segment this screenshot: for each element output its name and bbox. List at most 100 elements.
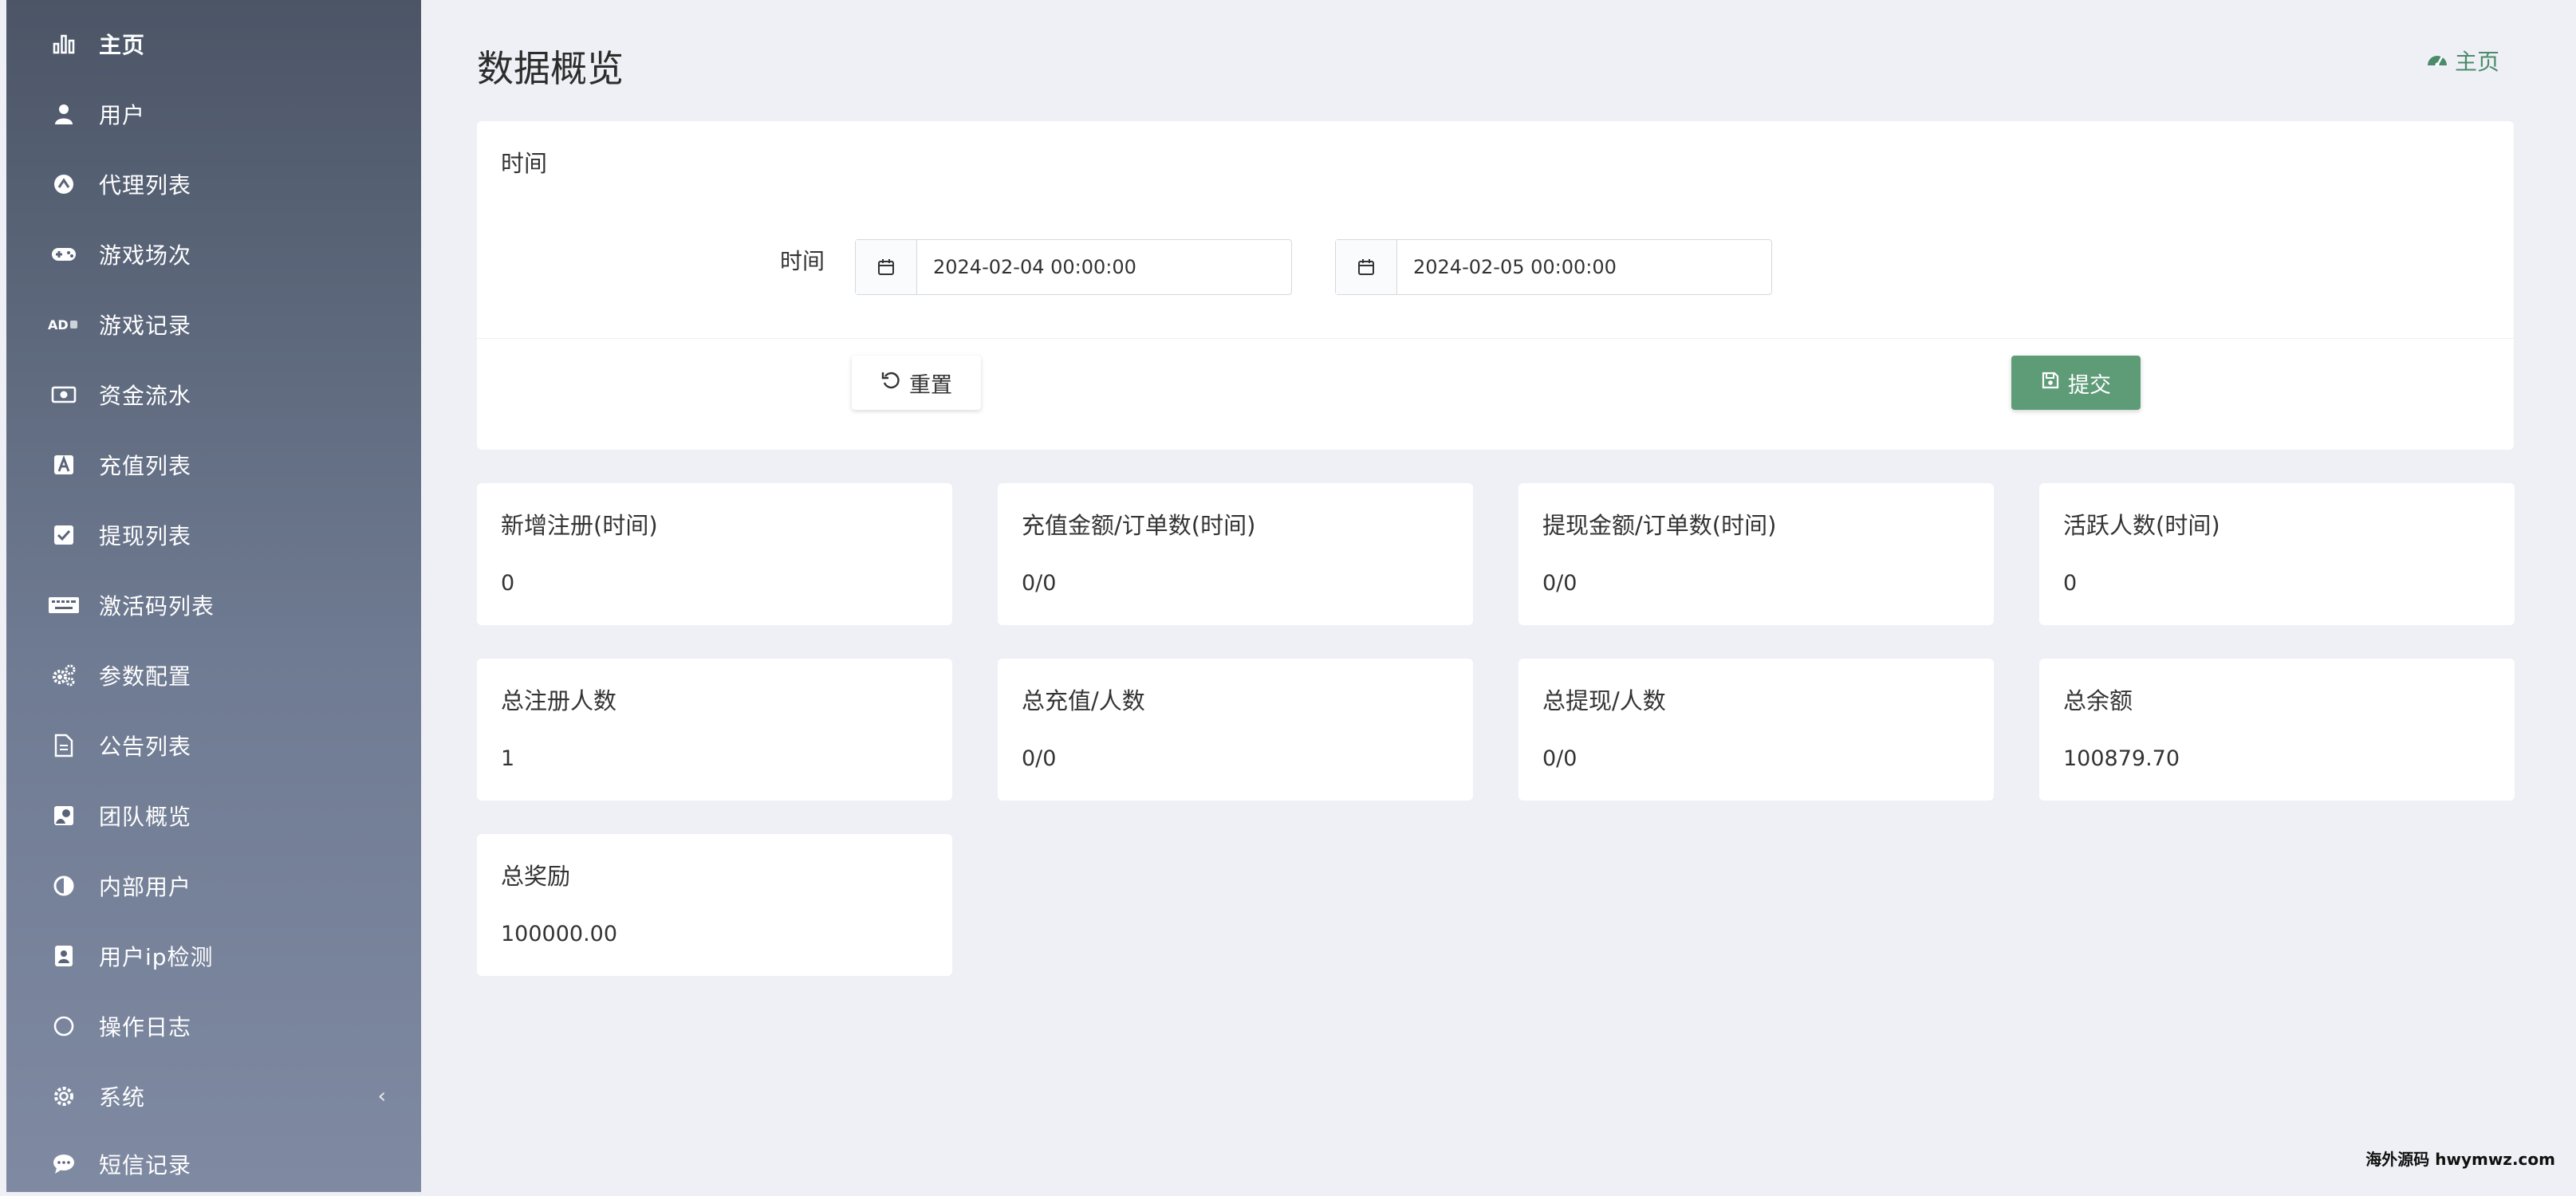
chat-icon: [46, 1147, 81, 1182]
sidebar-item-internal-users[interactable]: 内部用户: [6, 854, 421, 918]
sidebar-item-label: 公告列表: [99, 734, 192, 760]
stat-card-total-recharge: 总充值/人数 0/0: [998, 659, 1473, 801]
stat-value: 0: [2063, 571, 2078, 596]
sidebar-item-ip-check[interactable]: 用户ip检测: [6, 924, 421, 988]
dashboard-icon: [2426, 48, 2448, 74]
sidebar-item-label: 用户ip检测: [99, 944, 214, 970]
letter-a-icon: [46, 447, 81, 482]
calendar-icon[interactable]: [856, 240, 917, 294]
sidebar-item-team-overview[interactable]: 团队概览: [6, 784, 421, 848]
sidebar-item-params[interactable]: 参数配置: [6, 643, 421, 707]
gamepad-icon: [46, 237, 81, 272]
sidebar-item-recharge[interactable]: 充值列表: [6, 433, 421, 497]
stat-card-new-registrations: 新增注册(时间) 0: [477, 483, 952, 625]
time-filter-panel: 时间 时间 2024-02-04 00:00:00 2024-02-05 00:…: [477, 121, 2514, 450]
start-date-input[interactable]: 2024-02-04 00:00:00: [855, 239, 1292, 295]
sidebar-item-label: 用户: [99, 102, 146, 128]
document-icon: [46, 728, 81, 763]
watermark: 海外源码 hwymwz.com: [2365, 1150, 2555, 1169]
stat-title: 总注册人数: [501, 687, 617, 714]
sidebar-item-label: 游戏场次: [99, 242, 192, 269]
stat-card-total-withdraw: 总提现/人数 0/0: [1518, 659, 1994, 801]
sidebar-item-label: 短信记录: [99, 1152, 192, 1178]
stat-value: 0/0: [1022, 571, 1057, 596]
sidebar: 主页 用户 代理列表 游戏场次 AD 游戏记录 资金流水 充值列表 提现列表 激…: [6, 0, 421, 1192]
id-badge-icon: [46, 938, 81, 974]
stat-value: 0/0: [1022, 746, 1057, 771]
sidebar-item-label: 充值列表: [99, 453, 192, 479]
stat-value: 0/0: [1542, 746, 1578, 771]
sidebar-item-operation-log[interactable]: 操作日志: [6, 994, 421, 1058]
half-circle-icon: [46, 868, 81, 903]
end-date-value[interactable]: 2024-02-05 00:00:00: [1397, 240, 1771, 294]
breadcrumb[interactable]: 主页: [2426, 45, 2499, 77]
gears-icon: [46, 658, 81, 693]
stat-card-total-registrations: 总注册人数 1: [477, 659, 952, 801]
sidebar-item-agents[interactable]: 代理列表: [6, 152, 421, 216]
user-icon: [46, 96, 81, 132]
panel-title: 时间: [501, 150, 548, 177]
sidebar-item-home[interactable]: 主页: [6, 12, 421, 76]
stat-card-total-rewards: 总奖励 100000.00: [477, 834, 952, 976]
sidebar-item-game-records[interactable]: AD 游戏记录: [6, 293, 421, 356]
stat-value: 100879.70: [2063, 746, 2180, 771]
sidebar-item-announcements[interactable]: 公告列表: [6, 714, 421, 777]
sidebar-item-label: 参数配置: [99, 663, 192, 690]
sidebar-item-fund-flow[interactable]: 资金流水: [6, 363, 421, 427]
sidebar-item-sms-records[interactable]: 短信记录: [6, 1132, 421, 1196]
stat-value: 1: [501, 746, 515, 771]
gear-icon: [46, 1079, 81, 1114]
stat-title: 总充值/人数: [1022, 687, 1145, 714]
sidebar-item-label: 内部用户: [99, 874, 192, 900]
reset-label: 重置: [909, 372, 952, 398]
stat-value: 0: [501, 571, 515, 596]
submit-button[interactable]: 提交: [2011, 356, 2141, 410]
stat-card-recharge-period: 充值金额/订单数(时间) 0/0: [998, 483, 1473, 625]
check-square-icon: [46, 517, 81, 553]
sidebar-item-label: 游戏记录: [99, 313, 192, 339]
undo-icon: [880, 370, 901, 396]
keyboard-icon: [46, 588, 81, 623]
sidebar-item-label: 资金流水: [99, 383, 192, 409]
stat-card-withdraw-period: 提现金额/订单数(时间) 0/0: [1518, 483, 1994, 625]
start-date-value[interactable]: 2024-02-04 00:00:00: [917, 240, 1291, 294]
sidebar-item-label: 操作日志: [99, 1014, 192, 1041]
money-icon: [46, 377, 81, 412]
sidebar-item-label: 激活码列表: [99, 593, 215, 620]
stat-title: 总奖励: [501, 863, 571, 890]
svg-text:AD: AD: [48, 317, 69, 332]
sidebar-item-label: 提现列表: [99, 523, 192, 549]
stat-title: 总提现/人数: [1542, 687, 1666, 714]
breadcrumb-home[interactable]: 主页: [2455, 45, 2499, 77]
end-date-input[interactable]: 2024-02-05 00:00:00: [1335, 239, 1772, 295]
sidebar-item-label: 系统: [99, 1084, 146, 1111]
chevron-left-icon[interactable]: ‹: [378, 1084, 386, 1108]
ad-icon: AD: [46, 307, 81, 342]
submit-label: 提交: [2068, 372, 2111, 398]
circle-icon: [46, 1009, 81, 1044]
reset-button[interactable]: 重置: [852, 356, 981, 410]
calendar-icon[interactable]: [1336, 240, 1397, 294]
stat-value: 0/0: [1542, 571, 1578, 596]
stat-title: 总余额: [2063, 687, 2133, 714]
stat-card-active-users: 活跃人数(时间) 0: [2039, 483, 2515, 625]
page-title: 数据概览: [477, 47, 624, 90]
sidebar-item-users[interactable]: 用户: [6, 82, 421, 146]
agent-circle-icon: [46, 167, 81, 202]
bar-chart-icon: [46, 26, 81, 61]
stat-title: 活跃人数(时间): [2063, 512, 2220, 539]
stat-card-total-balance: 总余额 100879.70: [2039, 659, 2515, 801]
sidebar-item-label: 代理列表: [99, 172, 192, 199]
team-icon: [46, 798, 81, 833]
sidebar-item-label: 团队概览: [99, 804, 192, 830]
sidebar-item-system[interactable]: 系统 ‹: [6, 1064, 421, 1128]
sidebar-item-label: 主页: [99, 32, 146, 58]
sidebar-item-game-sessions[interactable]: 游戏场次: [6, 222, 421, 286]
divider: [477, 338, 2514, 339]
stat-value: 100000.00: [501, 922, 618, 946]
stat-title: 充值金额/订单数(时间): [1022, 512, 1256, 539]
sidebar-item-activation-codes[interactable]: 激活码列表: [6, 573, 421, 637]
stat-title: 提现金额/订单数(时间): [1542, 512, 1777, 539]
stat-title: 新增注册(时间): [501, 512, 658, 539]
sidebar-item-withdraw[interactable]: 提现列表: [6, 503, 421, 567]
